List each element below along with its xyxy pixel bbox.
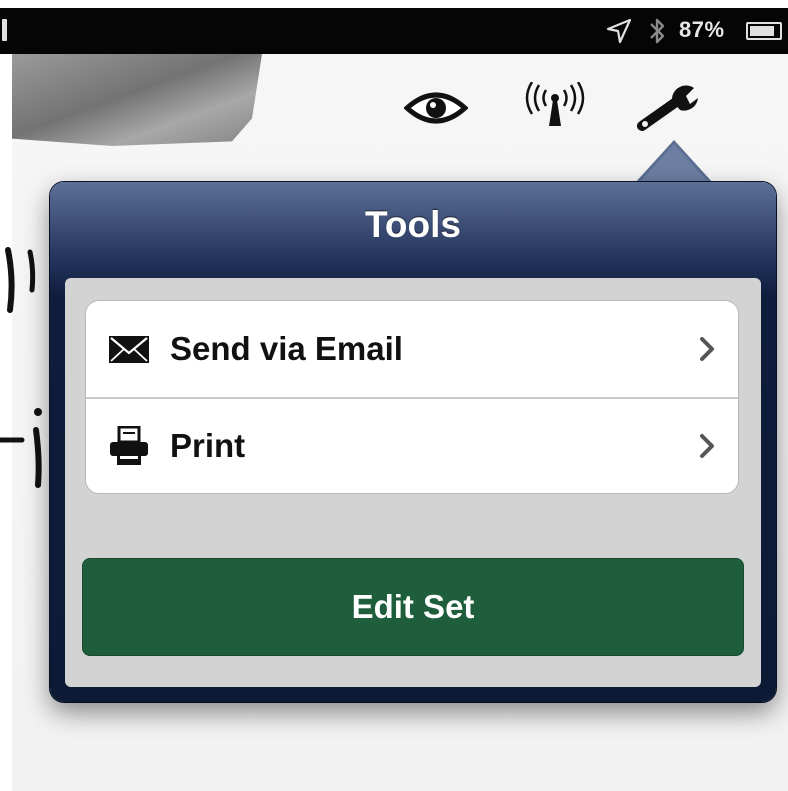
bluetooth-icon bbox=[650, 18, 665, 44]
edit-set-button[interactable]: Edit Set bbox=[82, 558, 744, 656]
send-via-email-row[interactable]: Send via Email bbox=[86, 301, 738, 397]
status-bar: 87% bbox=[0, 8, 788, 54]
tools-popover: Tools Send via Email Print Edit Set bbox=[50, 182, 776, 702]
popover-title: Tools bbox=[365, 204, 461, 245]
edit-set-label: Edit Set bbox=[351, 588, 475, 625]
location-arrow-icon bbox=[606, 18, 632, 44]
send-via-email-label: Send via Email bbox=[170, 330, 403, 367]
tape-decoration bbox=[12, 54, 262, 146]
popover-body: Send via Email Print Edit Set bbox=[65, 278, 761, 687]
print-label: Print bbox=[170, 427, 246, 464]
tools-menu-list: Send via Email Print bbox=[85, 300, 739, 494]
printer-icon bbox=[110, 426, 148, 465]
wrench-icon[interactable] bbox=[636, 82, 700, 134]
antenna-icon[interactable] bbox=[525, 82, 585, 130]
print-row[interactable]: Print bbox=[86, 397, 738, 493]
envelope-icon bbox=[109, 336, 149, 363]
chevron-right-icon bbox=[700, 337, 714, 361]
signal-icon bbox=[2, 19, 7, 41]
popover-arrow-highlight bbox=[637, 144, 711, 185]
battery-level bbox=[750, 26, 775, 36]
battery-percentage: 87% bbox=[679, 17, 725, 42]
battery-icon bbox=[746, 22, 782, 40]
chevron-right-icon bbox=[700, 434, 714, 458]
eye-icon[interactable] bbox=[404, 86, 468, 130]
